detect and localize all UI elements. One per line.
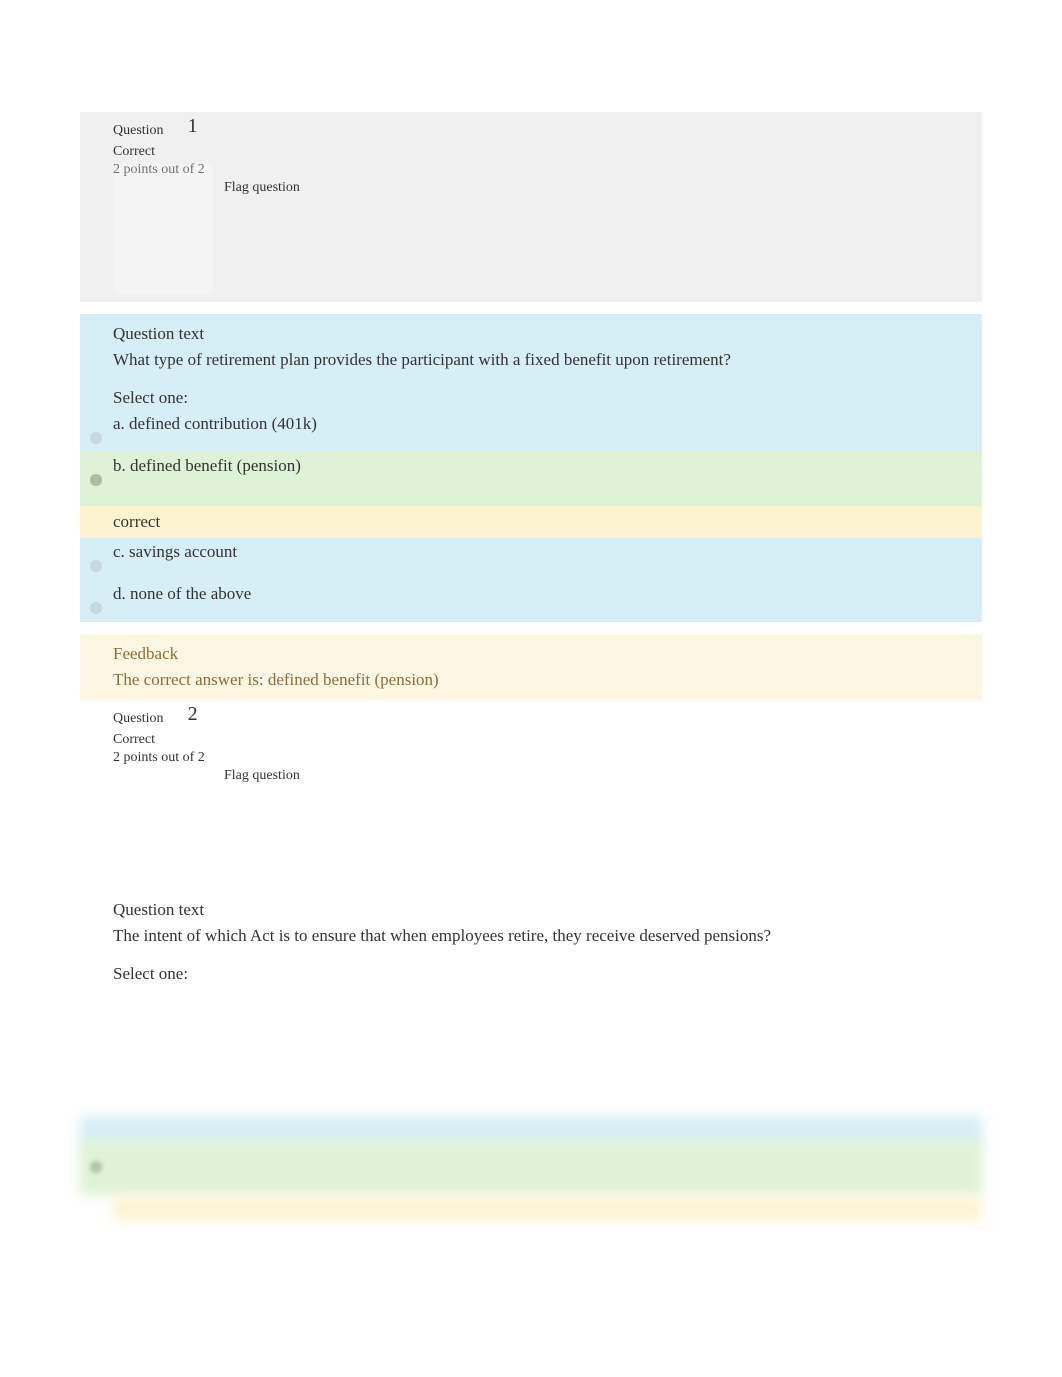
question-text-heading: Question text xyxy=(113,900,949,920)
feedback-text: The correct answer is: defined benefit (… xyxy=(113,670,949,690)
question-status: Correct xyxy=(113,144,949,160)
option-c[interactable]: c. savings account xyxy=(80,538,982,580)
select-one-label: Select one: xyxy=(80,954,982,986)
question-text: What type of retirement plan provides th… xyxy=(113,350,949,370)
question-1-text-section: Question text What type of retirement pl… xyxy=(80,314,982,378)
radio-icon[interactable] xyxy=(90,602,102,614)
radio-icon[interactable] xyxy=(90,560,102,572)
option-d[interactable]: d. none of the above xyxy=(80,580,982,622)
question-1-block: Question 1 Correct 2 points out of 2 Fla… xyxy=(80,112,982,700)
question-2-text-section: Question text The intent of which Act is… xyxy=(80,890,982,954)
question-1-header: Question 1 Correct 2 points out of 2 Fla… xyxy=(80,112,982,302)
option-d-label: d. none of the above xyxy=(113,584,251,603)
blurred-correct-label xyxy=(113,1198,982,1220)
blurred-preview-area xyxy=(80,1116,982,1236)
question-label: Question xyxy=(113,711,164,726)
flag-question-link[interactable]: Flag question xyxy=(224,180,949,196)
question-text-heading: Question text xyxy=(113,324,949,344)
feedback-heading: Feedback xyxy=(113,644,949,664)
question-2-block: Question 2 Correct 2 points out of 2 Fla… xyxy=(80,700,982,1236)
question-status: Correct xyxy=(113,732,949,748)
option-b[interactable]: b. defined benefit (pension) xyxy=(80,452,982,506)
question-2-header: Question 2 Correct 2 points out of 2 Fla… xyxy=(80,700,982,890)
radio-icon[interactable] xyxy=(90,474,102,486)
correct-indicator: correct xyxy=(80,506,982,538)
question-label: Question xyxy=(113,123,164,138)
feedback-section: Feedback The correct answer is: defined … xyxy=(80,634,982,700)
flag-question-link[interactable]: Flag question xyxy=(224,768,949,784)
question-number: 1 xyxy=(188,115,198,137)
flag-placeholder xyxy=(113,164,213,294)
option-c-label: c. savings account xyxy=(113,542,237,561)
radio-icon[interactable] xyxy=(90,432,102,444)
question-text: The intent of which Act is to ensure tha… xyxy=(113,926,949,946)
select-one-label: Select one: xyxy=(80,378,982,410)
blurred-correct-row xyxy=(80,1140,982,1195)
radio-icon xyxy=(90,1161,102,1173)
option-b-label: b. defined benefit (pension) xyxy=(113,456,301,475)
option-a[interactable]: a. defined contribution (401k) xyxy=(80,410,982,452)
option-a-label: a. defined contribution (401k) xyxy=(113,414,317,433)
question-number: 2 xyxy=(188,703,198,725)
question-points: 2 points out of 2 xyxy=(113,162,949,178)
question-points: 2 points out of 2 xyxy=(113,750,949,766)
